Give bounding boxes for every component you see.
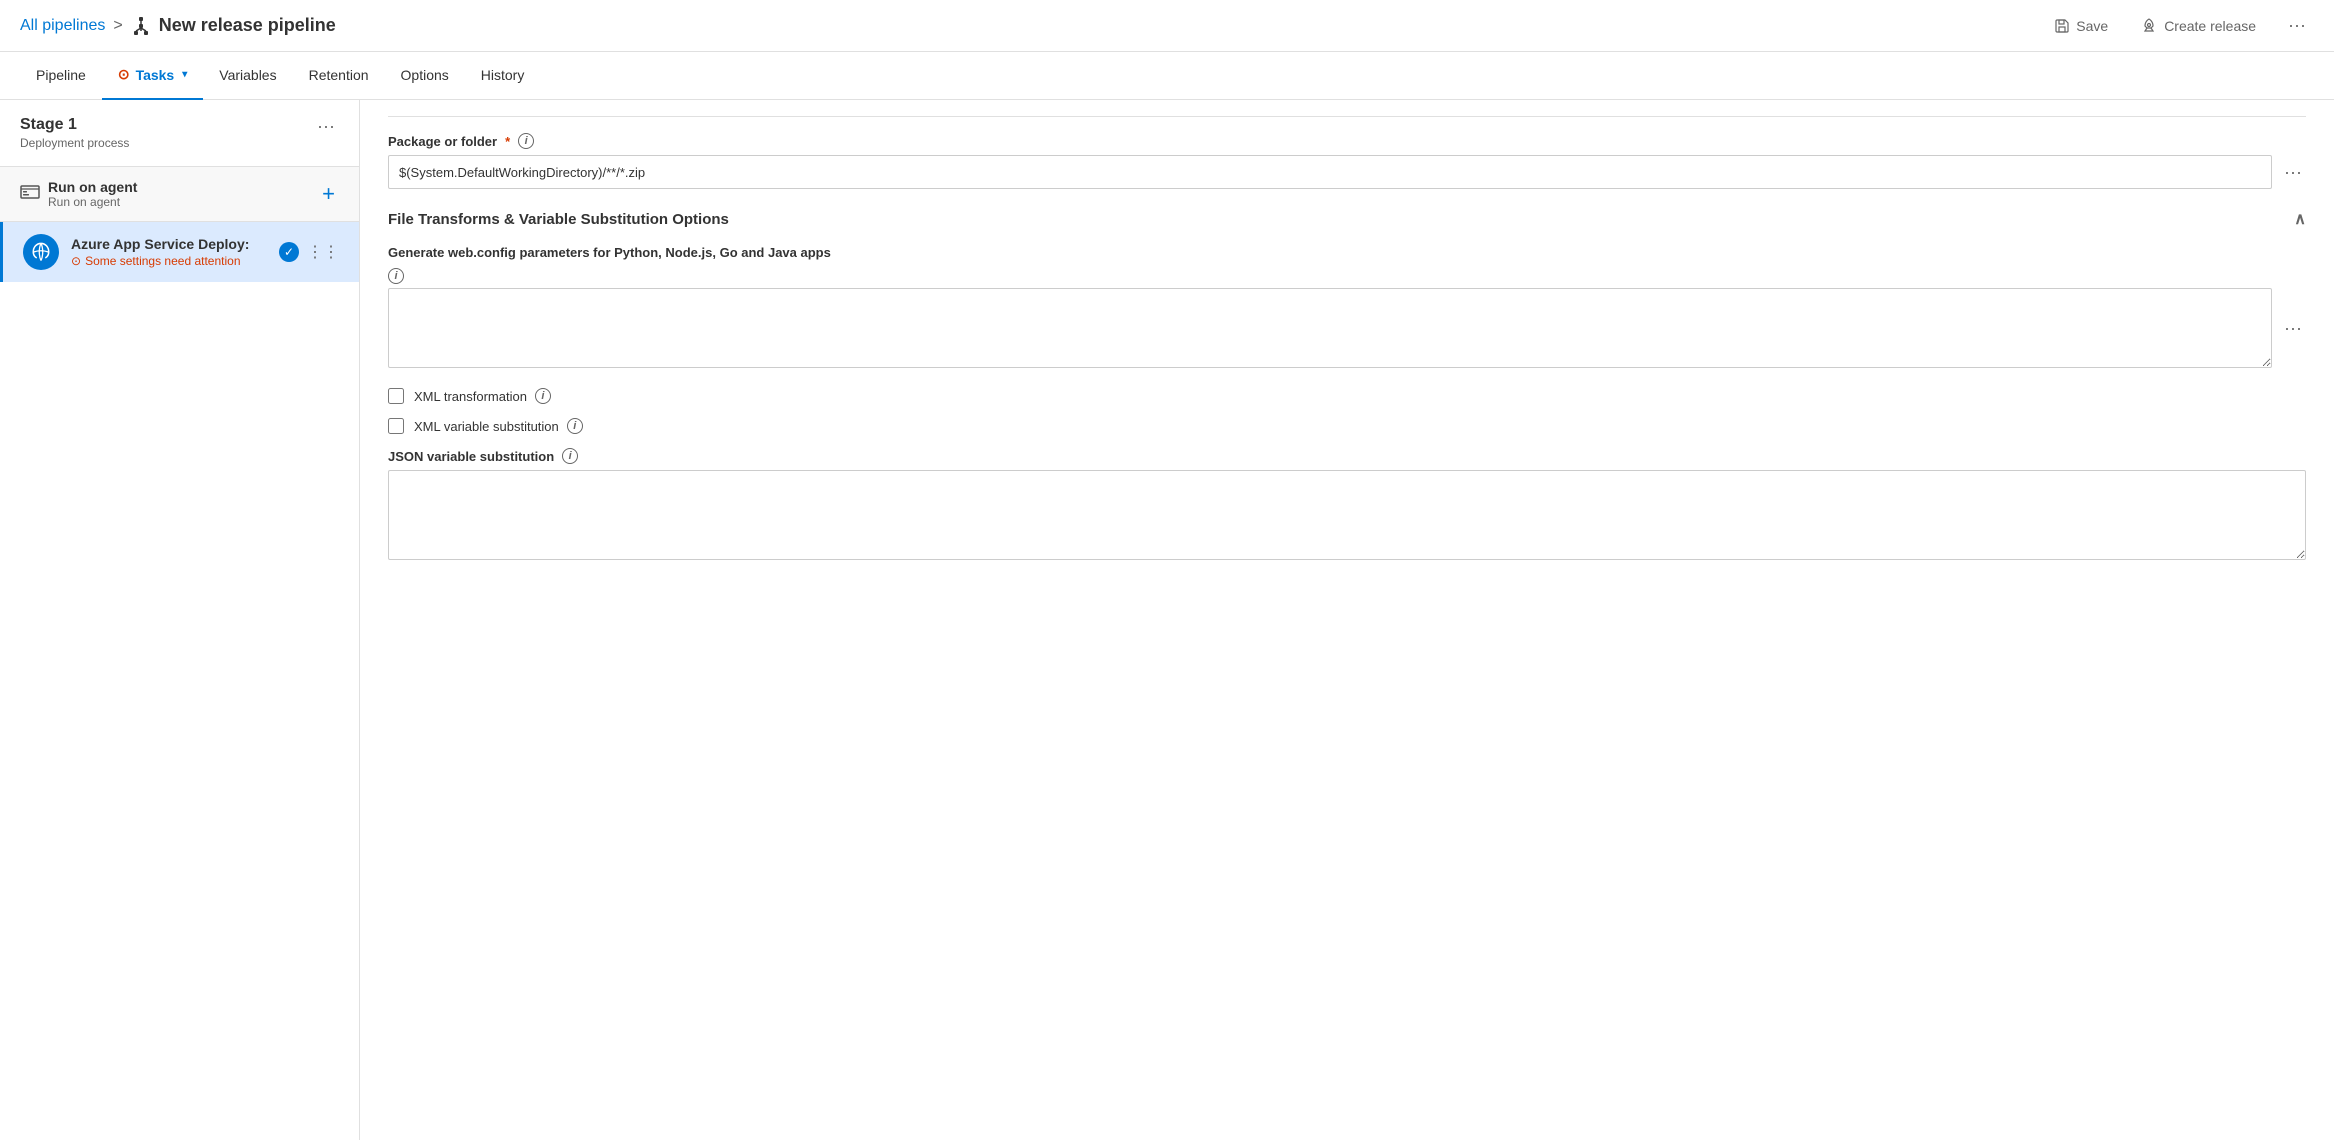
task-drag-handle[interactable]: ⋮⋮ xyxy=(307,242,339,262)
file-transforms-section: File Transforms & Variable Substitution … xyxy=(388,209,2306,563)
json-variable-substitution-input[interactable] xyxy=(388,470,2306,560)
xml-transformation-row: XML transformation i xyxy=(388,388,2306,404)
task-warning-icon: ⊙ xyxy=(71,254,81,268)
add-task-button[interactable]: + xyxy=(318,181,339,207)
right-panel: Package or folder * i ··· File Transform… xyxy=(360,100,2334,1140)
tab-variables-label: Variables xyxy=(219,67,276,83)
stage-info: Stage 1 Deployment process xyxy=(20,116,129,150)
create-release-label: Create release xyxy=(2164,18,2256,34)
generate-webconfig-label: Generate web.config parameters for Pytho… xyxy=(388,245,831,260)
task-check-icon: ✓ xyxy=(279,242,299,262)
generate-webconfig-info-icon[interactable]: i xyxy=(388,268,404,284)
xml-variable-substitution-checkbox[interactable] xyxy=(388,418,404,434)
stage-header: Stage 1 Deployment process ··· xyxy=(0,100,359,167)
xml-transformation-info-icon[interactable]: i xyxy=(535,388,551,404)
xml-transformation-label: XML transformation xyxy=(414,389,527,404)
breadcrumb-separator: > xyxy=(113,17,122,35)
collapse-icon: ∧ xyxy=(2294,209,2306,229)
save-label: Save xyxy=(2076,18,2108,34)
generate-webconfig-group: Generate web.config parameters for Pytho… xyxy=(388,245,2306,368)
tasks-warning-icon: ⊙ xyxy=(118,66,130,83)
stage-more-button[interactable]: ··· xyxy=(313,116,339,137)
task-info: Azure App Service Deploy: ⊙ Some setting… xyxy=(71,236,249,268)
create-release-button[interactable]: Create release xyxy=(2132,13,2264,39)
generate-webconfig-input[interactable] xyxy=(388,288,2272,368)
json-variable-substitution-group: JSON variable substitution i xyxy=(388,448,2306,563)
file-transforms-header[interactable]: File Transforms & Variable Substitution … xyxy=(388,209,2306,229)
xml-variable-substitution-label-row: XML variable substitution i xyxy=(414,418,583,434)
file-transforms-title: File Transforms & Variable Substitution … xyxy=(388,211,729,228)
tab-tasks[interactable]: ⊙ Tasks ▾ xyxy=(102,52,203,100)
tab-options[interactable]: Options xyxy=(385,52,465,100)
tasks-dropdown-icon: ▾ xyxy=(182,69,187,80)
left-panel: Stage 1 Deployment process ··· Run on ag… xyxy=(0,100,360,1140)
all-pipelines-link[interactable]: All pipelines xyxy=(20,17,105,35)
azure-app-service-icon xyxy=(23,234,59,270)
tab-history-label: History xyxy=(481,67,525,83)
save-button[interactable]: Save xyxy=(2046,14,2116,38)
xml-variable-substitution-info-icon[interactable]: i xyxy=(567,418,583,434)
run-on-agent-text: Run on agent Run on agent xyxy=(48,179,137,209)
tab-retention-label: Retention xyxy=(309,67,369,83)
rocket-icon xyxy=(2140,17,2158,35)
header-actions: Save Create release ··· xyxy=(2046,11,2314,40)
header-more-icon: ··· xyxy=(2288,15,2306,35)
tab-retention[interactable]: Retention xyxy=(293,52,385,100)
tab-tasks-label: Tasks xyxy=(136,67,175,83)
stage-title: Stage 1 xyxy=(20,116,129,134)
xml-variable-substitution-label: XML variable substitution xyxy=(414,419,559,434)
save-icon xyxy=(2054,18,2070,34)
json-variable-substitution-label: JSON variable substitution xyxy=(388,449,554,464)
xml-transformation-checkbox[interactable] xyxy=(388,388,404,404)
json-variable-substitution-info-icon[interactable]: i xyxy=(562,448,578,464)
breadcrumb-area: All pipelines > New release pipeline xyxy=(20,15,336,36)
main-content: Stage 1 Deployment process ··· Run on ag… xyxy=(0,100,2334,1140)
package-folder-info-icon[interactable]: i xyxy=(518,133,534,149)
task-warning: ⊙ Some settings need attention xyxy=(71,254,249,268)
pipeline-icon xyxy=(131,16,151,36)
package-folder-label: Package or folder * i xyxy=(388,133,2306,149)
package-folder-input-row: ··· xyxy=(388,155,2306,189)
run-on-agent-subtitle: Run on agent xyxy=(48,195,137,209)
generate-webconfig-input-row: ··· xyxy=(388,288,2306,368)
task-warning-text: Some settings need attention xyxy=(85,254,240,268)
xml-transformation-label-row: XML transformation i xyxy=(414,388,551,404)
run-on-agent-title: Run on agent xyxy=(48,179,137,195)
run-on-agent-section[interactable]: Run on agent Run on agent + xyxy=(0,167,359,222)
page-title: New release pipeline xyxy=(159,15,336,36)
generate-webconfig-label-row: Generate web.config parameters for Pytho… xyxy=(388,245,2306,260)
package-folder-group: Package or folder * i ··· xyxy=(388,133,2306,189)
tab-pipeline[interactable]: Pipeline xyxy=(20,52,102,100)
xml-variable-substitution-row: XML variable substitution i xyxy=(388,418,2306,434)
tab-options-label: Options xyxy=(401,67,449,83)
tab-history[interactable]: History xyxy=(465,52,541,100)
generate-webconfig-more-button[interactable]: ··· xyxy=(2280,318,2306,339)
app-header: All pipelines > New release pipeline xyxy=(0,0,2334,52)
required-indicator: * xyxy=(505,134,510,149)
package-folder-more-button[interactable]: ··· xyxy=(2280,162,2306,183)
package-folder-input[interactable] xyxy=(388,155,2272,189)
header-more-button[interactable]: ··· xyxy=(2280,11,2314,40)
top-divider xyxy=(388,116,2306,117)
azure-task-item[interactable]: Azure App Service Deploy: ⊙ Some setting… xyxy=(0,222,359,282)
run-on-agent-icon xyxy=(20,183,40,206)
task-title: Azure App Service Deploy: xyxy=(71,236,249,252)
task-item-right: ✓ ⋮⋮ xyxy=(279,242,339,262)
stage-subtitle: Deployment process xyxy=(20,136,129,150)
task-item-left: Azure App Service Deploy: ⊙ Some setting… xyxy=(23,234,249,270)
run-on-agent-left: Run on agent Run on agent xyxy=(20,179,137,209)
tab-variables[interactable]: Variables xyxy=(203,52,292,100)
nav-tabs: Pipeline ⊙ Tasks ▾ Variables Retention O… xyxy=(0,52,2334,100)
json-variable-substitution-label-row: JSON variable substitution i xyxy=(388,448,2306,464)
tab-pipeline-label: Pipeline xyxy=(36,67,86,83)
package-folder-label-text: Package or folder xyxy=(388,134,497,149)
